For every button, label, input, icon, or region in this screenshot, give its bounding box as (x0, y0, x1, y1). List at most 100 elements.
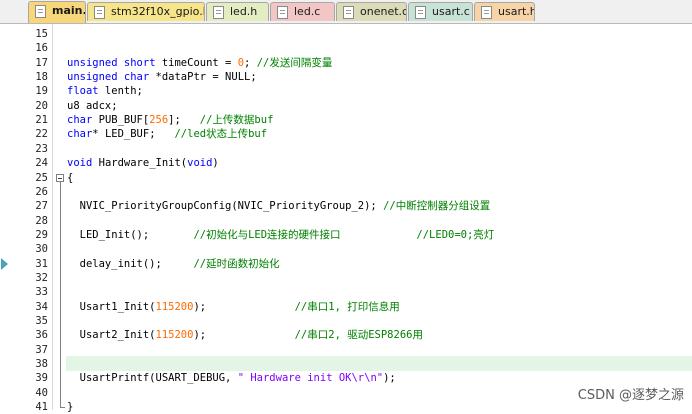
file-icon (343, 6, 354, 19)
code-keyword: char (67, 128, 93, 141)
tab-label: led.c (294, 5, 321, 18)
code-keyword: unsigned (67, 71, 118, 84)
code-comment: //延时函数初始化 (193, 257, 280, 270)
code-line[interactable]: 29 LED_Init(); //初始化与LED连接的硬件接口 //LED0=0… (0, 228, 692, 242)
code-line[interactable]: 31 delay_init(); //延时函数初始化 (0, 257, 692, 271)
code-token: Usart1_Init( (67, 300, 156, 313)
code-line[interactable]: 30 (0, 242, 692, 256)
current-line[interactable]: 38 (0, 356, 692, 372)
code-line[interactable]: 32 (0, 271, 692, 285)
code-number: 115200 (155, 329, 194, 342)
code-token: LED_Init(); (67, 228, 194, 241)
code-line[interactable]: 36 Usart2_Init(115200); //串口2, 驱动ESP8266… (0, 328, 692, 342)
current-line-highlight (66, 356, 692, 372)
line-number: 16 (35, 42, 48, 55)
fold-guide-line (60, 181, 61, 408)
code-line[interactable]: 20 u8 adcx; (0, 99, 692, 113)
tab-main-c[interactable]: main.c (28, 1, 86, 23)
line-number: 25 (35, 171, 48, 184)
execution-arrow-icon[interactable] (1, 257, 8, 270)
code-token: Usart2_Init( (67, 329, 156, 342)
code-token: PUB_BUF[ (92, 114, 150, 127)
file-icon (277, 6, 288, 19)
line-number: 21 (35, 114, 48, 127)
tab-label: onenet.c (360, 5, 407, 18)
tab-label: led.h (230, 5, 258, 18)
code-text: delay_init(); //延时函数初始化 (67, 257, 280, 271)
code-token: timeCount = (155, 56, 238, 69)
code-keyword: char (67, 114, 93, 127)
code-token: delay_init(); (67, 257, 194, 270)
code-line[interactable]: 15 (0, 27, 692, 41)
line-number: 19 (35, 85, 48, 98)
code-line[interactable]: 18 unsigned char *dataPtr = NULL; (0, 70, 692, 84)
code-text: char PUB_BUF[256]; //上传数据buf (67, 113, 273, 127)
file-icon (94, 6, 105, 19)
code-line[interactable]: 23 (0, 142, 692, 156)
code-line[interactable]: 19 float lenth; (0, 84, 692, 98)
code-number: 256 (149, 114, 169, 127)
code-token: * LED_BUF; (92, 128, 175, 141)
code-line[interactable]: 27 NVIC_PriorityGroupConfig(NVIC_Priorit… (0, 199, 692, 213)
code-comment: //串口1, 打印信息用 (294, 300, 400, 313)
code-text: Usart1_Init(115200); //串口1, 打印信息用 (67, 300, 400, 314)
line-number: 32 (35, 271, 48, 284)
tab-stm32f10x-gpio-h[interactable]: stm32f10x_gpio.h (87, 2, 205, 21)
code-line[interactable]: 26 (0, 185, 692, 199)
line-number: 29 (35, 228, 48, 241)
line-number: 18 (35, 71, 48, 84)
code-keyword: void (187, 157, 213, 170)
watermark: CSDN @逐梦之源 (577, 388, 684, 403)
line-number: 26 (35, 185, 48, 198)
code-comment: //led状态上传buf (174, 128, 268, 141)
file-icon (415, 6, 426, 19)
code-keyword: float (67, 85, 99, 98)
code-line[interactable]: 35 (0, 314, 692, 328)
code-text: LED_Init(); //初始化与LED连接的硬件接口 //LED0=0;亮灯 (67, 228, 495, 242)
tab-label: usart.h (498, 5, 535, 18)
code-token: UsartPrintf(USART_DEBUG, (67, 372, 238, 385)
tab-label: main.c (52, 4, 85, 17)
code-line[interactable]: 21 char PUB_BUF[256]; //上传数据buf (0, 113, 692, 127)
tab-onenet-c[interactable]: onenet.c (336, 2, 407, 21)
code-line[interactable]: 37 (0, 343, 692, 357)
code-keyword: char (123, 71, 150, 84)
code-text: } (67, 400, 73, 414)
code-line[interactable]: 24 void Hardware_Init(void) (0, 156, 692, 170)
line-number: 23 (35, 142, 48, 155)
code-editor[interactable]: 15 16 17 unsigned short timeCount = 0; //发送… (0, 24, 692, 413)
line-number: 41 (35, 401, 48, 414)
code-line[interactable]: 17 unsigned short timeCount = 0; //发送间隔变量 (0, 56, 692, 70)
code-text: unsigned char *dataPtr = NULL; (67, 70, 257, 84)
code-line[interactable]: 33 (0, 285, 692, 299)
line-number: 28 (35, 214, 48, 227)
code-line[interactable]: 22 char* LED_BUF; //led状态上传buf (0, 127, 692, 141)
tab-usart-c[interactable]: usart.c (408, 2, 473, 21)
code-text: { (67, 171, 73, 185)
code-line[interactable]: 28 (0, 214, 692, 228)
code-line[interactable]: 25 { (0, 171, 692, 185)
tab-led-h[interactable]: led.h (206, 2, 269, 21)
line-number: 27 (35, 200, 48, 213)
line-number: 22 (35, 128, 48, 141)
tab-led-c[interactable]: led.c (270, 2, 335, 21)
code-text: u8 adcx; (67, 99, 118, 113)
code-text: char* LED_BUF; //led状态上传buf (67, 127, 267, 141)
code-line[interactable]: 16 (0, 41, 692, 55)
file-icon (35, 5, 46, 18)
file-icon (481, 6, 492, 19)
tab-usart-h[interactable]: usart.h (474, 2, 535, 21)
code-line[interactable]: 34 Usart1_Init(115200); //串口1, 打印信息用 (0, 300, 692, 314)
code-string: " Hardware init OK\r\n" (237, 372, 384, 385)
code-token: ) (212, 157, 219, 170)
code-keyword: unsigned (67, 56, 118, 69)
code-comment: //上传数据buf (199, 114, 274, 127)
line-number: 24 (35, 157, 48, 170)
fold-collapse-icon[interactable] (56, 173, 64, 182)
line-number: 30 (35, 243, 48, 256)
code-token: Hardware_Init( (92, 157, 188, 170)
code-token: } (67, 401, 74, 414)
code-token: { (67, 171, 74, 184)
code-comment: //串口2, 驱动ESP8266用 (294, 329, 423, 342)
code-text: unsigned short timeCount = 0; //发送间隔变量 (67, 56, 332, 70)
